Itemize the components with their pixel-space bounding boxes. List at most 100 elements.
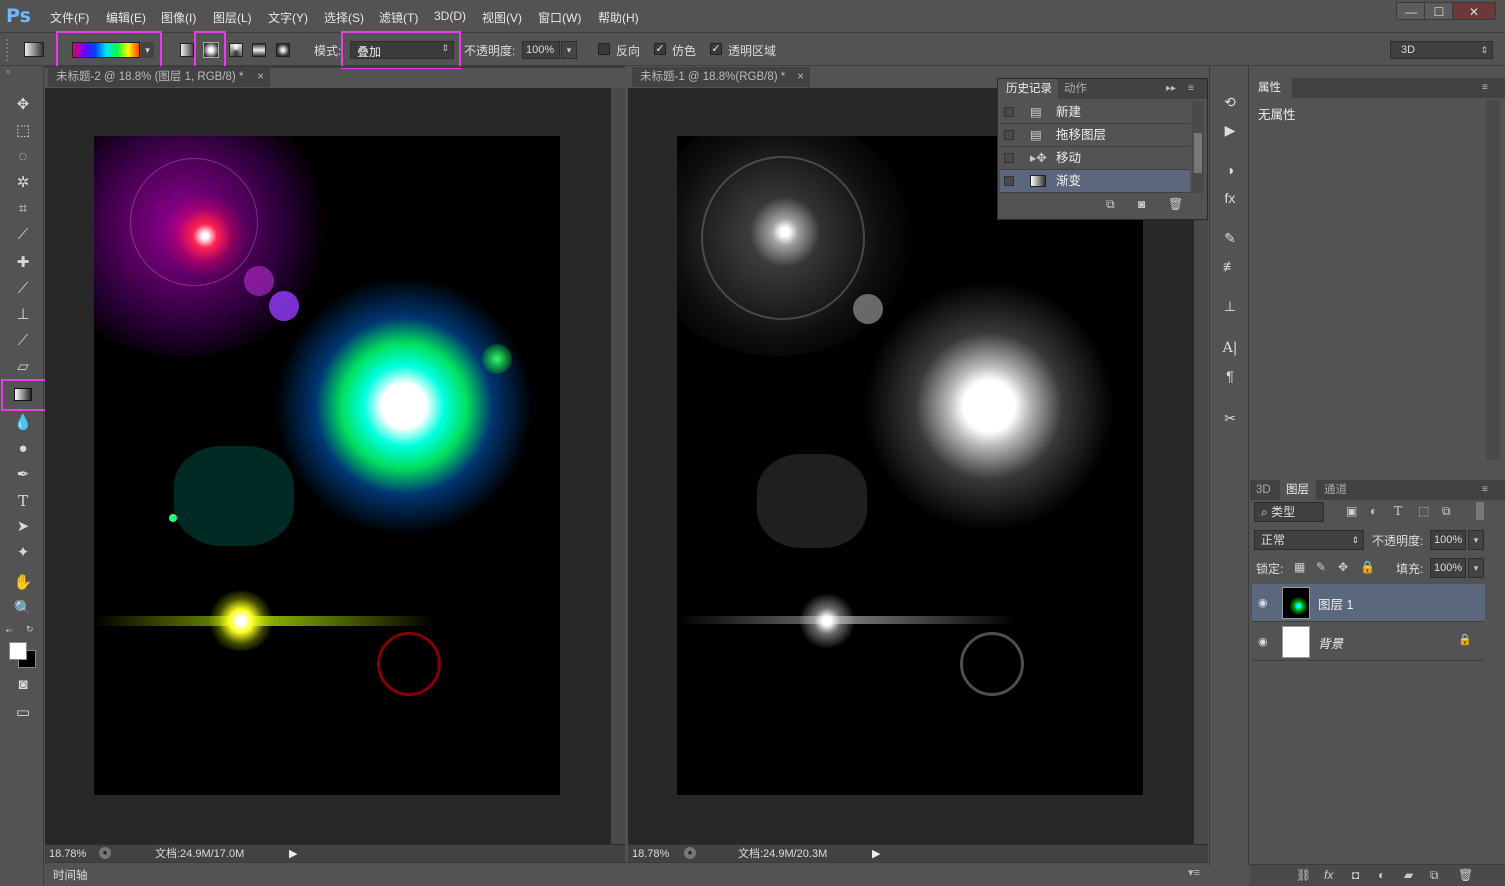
history-source-checkbox[interactable] bbox=[1004, 107, 1014, 117]
blend-mode-select[interactable]: 正常 ⇕ bbox=[1254, 530, 1364, 550]
collapse-icon[interactable]: » bbox=[6, 68, 36, 76]
tab-document-1[interactable]: 未标题-1 @ 18.8%(RGB/8) * × bbox=[632, 67, 810, 87]
timeline-bar[interactable]: 时间轴 ▾≡ bbox=[45, 862, 1208, 886]
tab-history[interactable]: 历史记录 bbox=[998, 79, 1058, 99]
new-layer-icon[interactable]: ⧉ bbox=[1430, 868, 1439, 883]
menu-filter[interactable]: 滤镜(T) bbox=[379, 9, 418, 26]
document-canvas-area-1[interactable] bbox=[45, 88, 625, 844]
diamond-gradient-icon[interactable] bbox=[276, 43, 290, 57]
tab-channels[interactable]: 通道 bbox=[1324, 480, 1347, 500]
linear-gradient-icon[interactable] bbox=[180, 43, 194, 57]
play-arrow-icon[interactable]: ▶ bbox=[872, 845, 880, 863]
default-colors-icon[interactable]: ▪▫ bbox=[6, 626, 16, 635]
folder-icon[interactable]: ▰ bbox=[1404, 868, 1413, 882]
hand-tool-icon[interactable]: ✋ bbox=[10, 572, 36, 594]
trash-icon[interactable]: 🗑 bbox=[1458, 868, 1473, 882]
history-item[interactable]: ▤ 拖移图层 bbox=[1000, 124, 1190, 147]
visibility-eye-icon[interactable]: ◉ bbox=[1258, 635, 1268, 648]
path-selection-tool-icon[interactable]: ➤ bbox=[10, 516, 36, 538]
layer-opacity-input[interactable]: 100% bbox=[1430, 530, 1466, 550]
custom-shape-tool-icon[interactable]: ✦ bbox=[10, 542, 36, 564]
menu-edit[interactable]: 编辑(E) bbox=[106, 9, 146, 26]
zoom-level-1[interactable]: 18.78% bbox=[49, 845, 86, 863]
eraser-tool-icon[interactable]: ▱ bbox=[10, 356, 36, 378]
close-icon[interactable]: × bbox=[257, 67, 264, 87]
history-item[interactable]: ▸✥ 移动 bbox=[1000, 147, 1190, 170]
reflected-gradient-icon[interactable] bbox=[252, 43, 266, 57]
paragraph-panel-icon[interactable]: ¶ bbox=[1218, 364, 1242, 388]
workspace-select[interactable]: 3D ⇕ bbox=[1390, 41, 1493, 59]
visibility-eye-icon[interactable]: ◉ bbox=[1258, 596, 1268, 609]
smart-object-filter-icon[interactable]: ⧉ bbox=[1442, 504, 1451, 519]
close-icon[interactable]: × bbox=[797, 67, 804, 87]
lock-image-icon[interactable]: ✎ bbox=[1316, 560, 1326, 574]
properties-scrollbar[interactable] bbox=[1486, 100, 1500, 460]
quick-mask-icon[interactable]: ◙ bbox=[10, 674, 36, 696]
foreground-color-swatch[interactable] bbox=[9, 642, 27, 660]
menu-window[interactable]: 窗口(W) bbox=[538, 9, 581, 26]
zoom-tool-icon[interactable]: 🔍 bbox=[10, 598, 36, 620]
fx-icon[interactable]: fx bbox=[1324, 868, 1333, 882]
crop-tool-icon[interactable]: ⌗ bbox=[10, 198, 36, 220]
transparency-checkbox[interactable]: ✓ bbox=[710, 43, 722, 55]
history-brush-tool-icon[interactable]: ⟋ bbox=[10, 330, 36, 352]
layer-mask-icon[interactable]: ◘ bbox=[1352, 868, 1359, 882]
brush-presets-icon[interactable]: ≢ bbox=[1218, 254, 1242, 278]
panel-menu-icon[interactable]: ≡ bbox=[1188, 79, 1194, 99]
layer-row[interactable]: ◉ 背景 🔒 bbox=[1252, 623, 1485, 661]
layer-name[interactable]: 图层 1 bbox=[1318, 594, 1353, 613]
layer-filter-select[interactable]: ⌕ 类型 bbox=[1254, 502, 1324, 522]
dodge-tool-icon[interactable]: ● bbox=[10, 438, 36, 460]
lock-position-icon[interactable]: ✥ bbox=[1338, 560, 1348, 574]
brush-panel-icon[interactable]: ✎ bbox=[1218, 226, 1242, 250]
menu-layer[interactable]: 图层(L) bbox=[213, 9, 252, 26]
type-tool-icon[interactable]: T bbox=[10, 490, 36, 512]
layer-name[interactable]: 背景 bbox=[1318, 633, 1343, 652]
swap-colors-icon[interactable]: ↻ bbox=[26, 624, 38, 634]
status-info-icon[interactable]: ● bbox=[684, 847, 696, 859]
eyedropper-tool-icon[interactable]: ⟋ bbox=[10, 224, 36, 246]
status-info-icon[interactable]: ● bbox=[99, 847, 111, 859]
zoom-level-2[interactable]: 18.78% bbox=[632, 845, 669, 863]
panel-menu-icon[interactable]: ▾≡ bbox=[1188, 866, 1200, 879]
tab-properties[interactable]: 属性 bbox=[1250, 78, 1292, 98]
clone-source-icon[interactable]: ⊥ bbox=[1218, 294, 1242, 318]
menu-file[interactable]: 文件(F) bbox=[50, 9, 89, 26]
screen-mode-icon[interactable]: ▭ bbox=[10, 702, 36, 724]
pixel-filter-icon[interactable]: ▣ bbox=[1346, 504, 1357, 518]
healing-brush-tool-icon[interactable]: ✚ bbox=[10, 252, 36, 274]
canvas-grayscale-flare[interactable] bbox=[677, 136, 1143, 795]
history-panel-icon[interactable]: ⟲ bbox=[1218, 90, 1242, 114]
dither-checkbox[interactable]: ✓ bbox=[654, 43, 666, 55]
adjustments-icon[interactable]: ◑ bbox=[1218, 158, 1242, 182]
pen-tool-icon[interactable]: ✒ bbox=[10, 464, 36, 486]
blur-tool-icon[interactable]: 💧 bbox=[10, 412, 36, 434]
chevron-down-icon[interactable]: ▾ bbox=[1468, 558, 1484, 578]
brush-tool-icon[interactable]: ⟋ bbox=[10, 278, 36, 300]
grip-handle[interactable] bbox=[6, 39, 11, 61]
new-document-from-state-icon[interactable]: ⧉ bbox=[1106, 197, 1115, 212]
character-panel-icon[interactable]: A| bbox=[1218, 336, 1242, 360]
reverse-checkbox[interactable] bbox=[598, 43, 610, 55]
adjustment-layer-icon[interactable]: ◐ bbox=[1378, 868, 1385, 882]
lock-all-icon[interactable]: 🔒 bbox=[1360, 560, 1375, 574]
magic-wand-tool-icon[interactable]: ✲ bbox=[10, 172, 36, 194]
history-item[interactable]: ▤ 新建 bbox=[1000, 101, 1190, 124]
tool-presets-icon[interactable]: ✂ bbox=[1218, 406, 1242, 430]
link-layers-icon[interactable]: ⛓ bbox=[1296, 868, 1311, 882]
menu-help[interactable]: 帮助(H) bbox=[598, 9, 639, 26]
marquee-tool-icon[interactable]: ⬚ bbox=[10, 120, 36, 142]
restore-button[interactable]: ☐ bbox=[1424, 2, 1454, 20]
fill-input[interactable]: 100% bbox=[1430, 558, 1466, 578]
tab-actions[interactable]: 动作 bbox=[1064, 79, 1087, 99]
canvas-color-flare[interactable] bbox=[94, 136, 560, 795]
filter-toggle[interactable] bbox=[1476, 502, 1484, 520]
history-source-checkbox[interactable] bbox=[1004, 153, 1014, 163]
panel-menu-icon[interactable]: ≡ bbox=[1482, 480, 1488, 500]
lock-transparent-icon[interactable]: ▦ bbox=[1294, 560, 1305, 574]
menu-type[interactable]: 文字(Y) bbox=[268, 9, 308, 26]
styles-fx-icon[interactable]: fx bbox=[1218, 186, 1242, 210]
actions-play-icon[interactable]: ▶ bbox=[1218, 118, 1242, 142]
doc1-scroll-track[interactable] bbox=[611, 88, 625, 844]
gradient-tool-preset-icon[interactable] bbox=[24, 42, 44, 57]
